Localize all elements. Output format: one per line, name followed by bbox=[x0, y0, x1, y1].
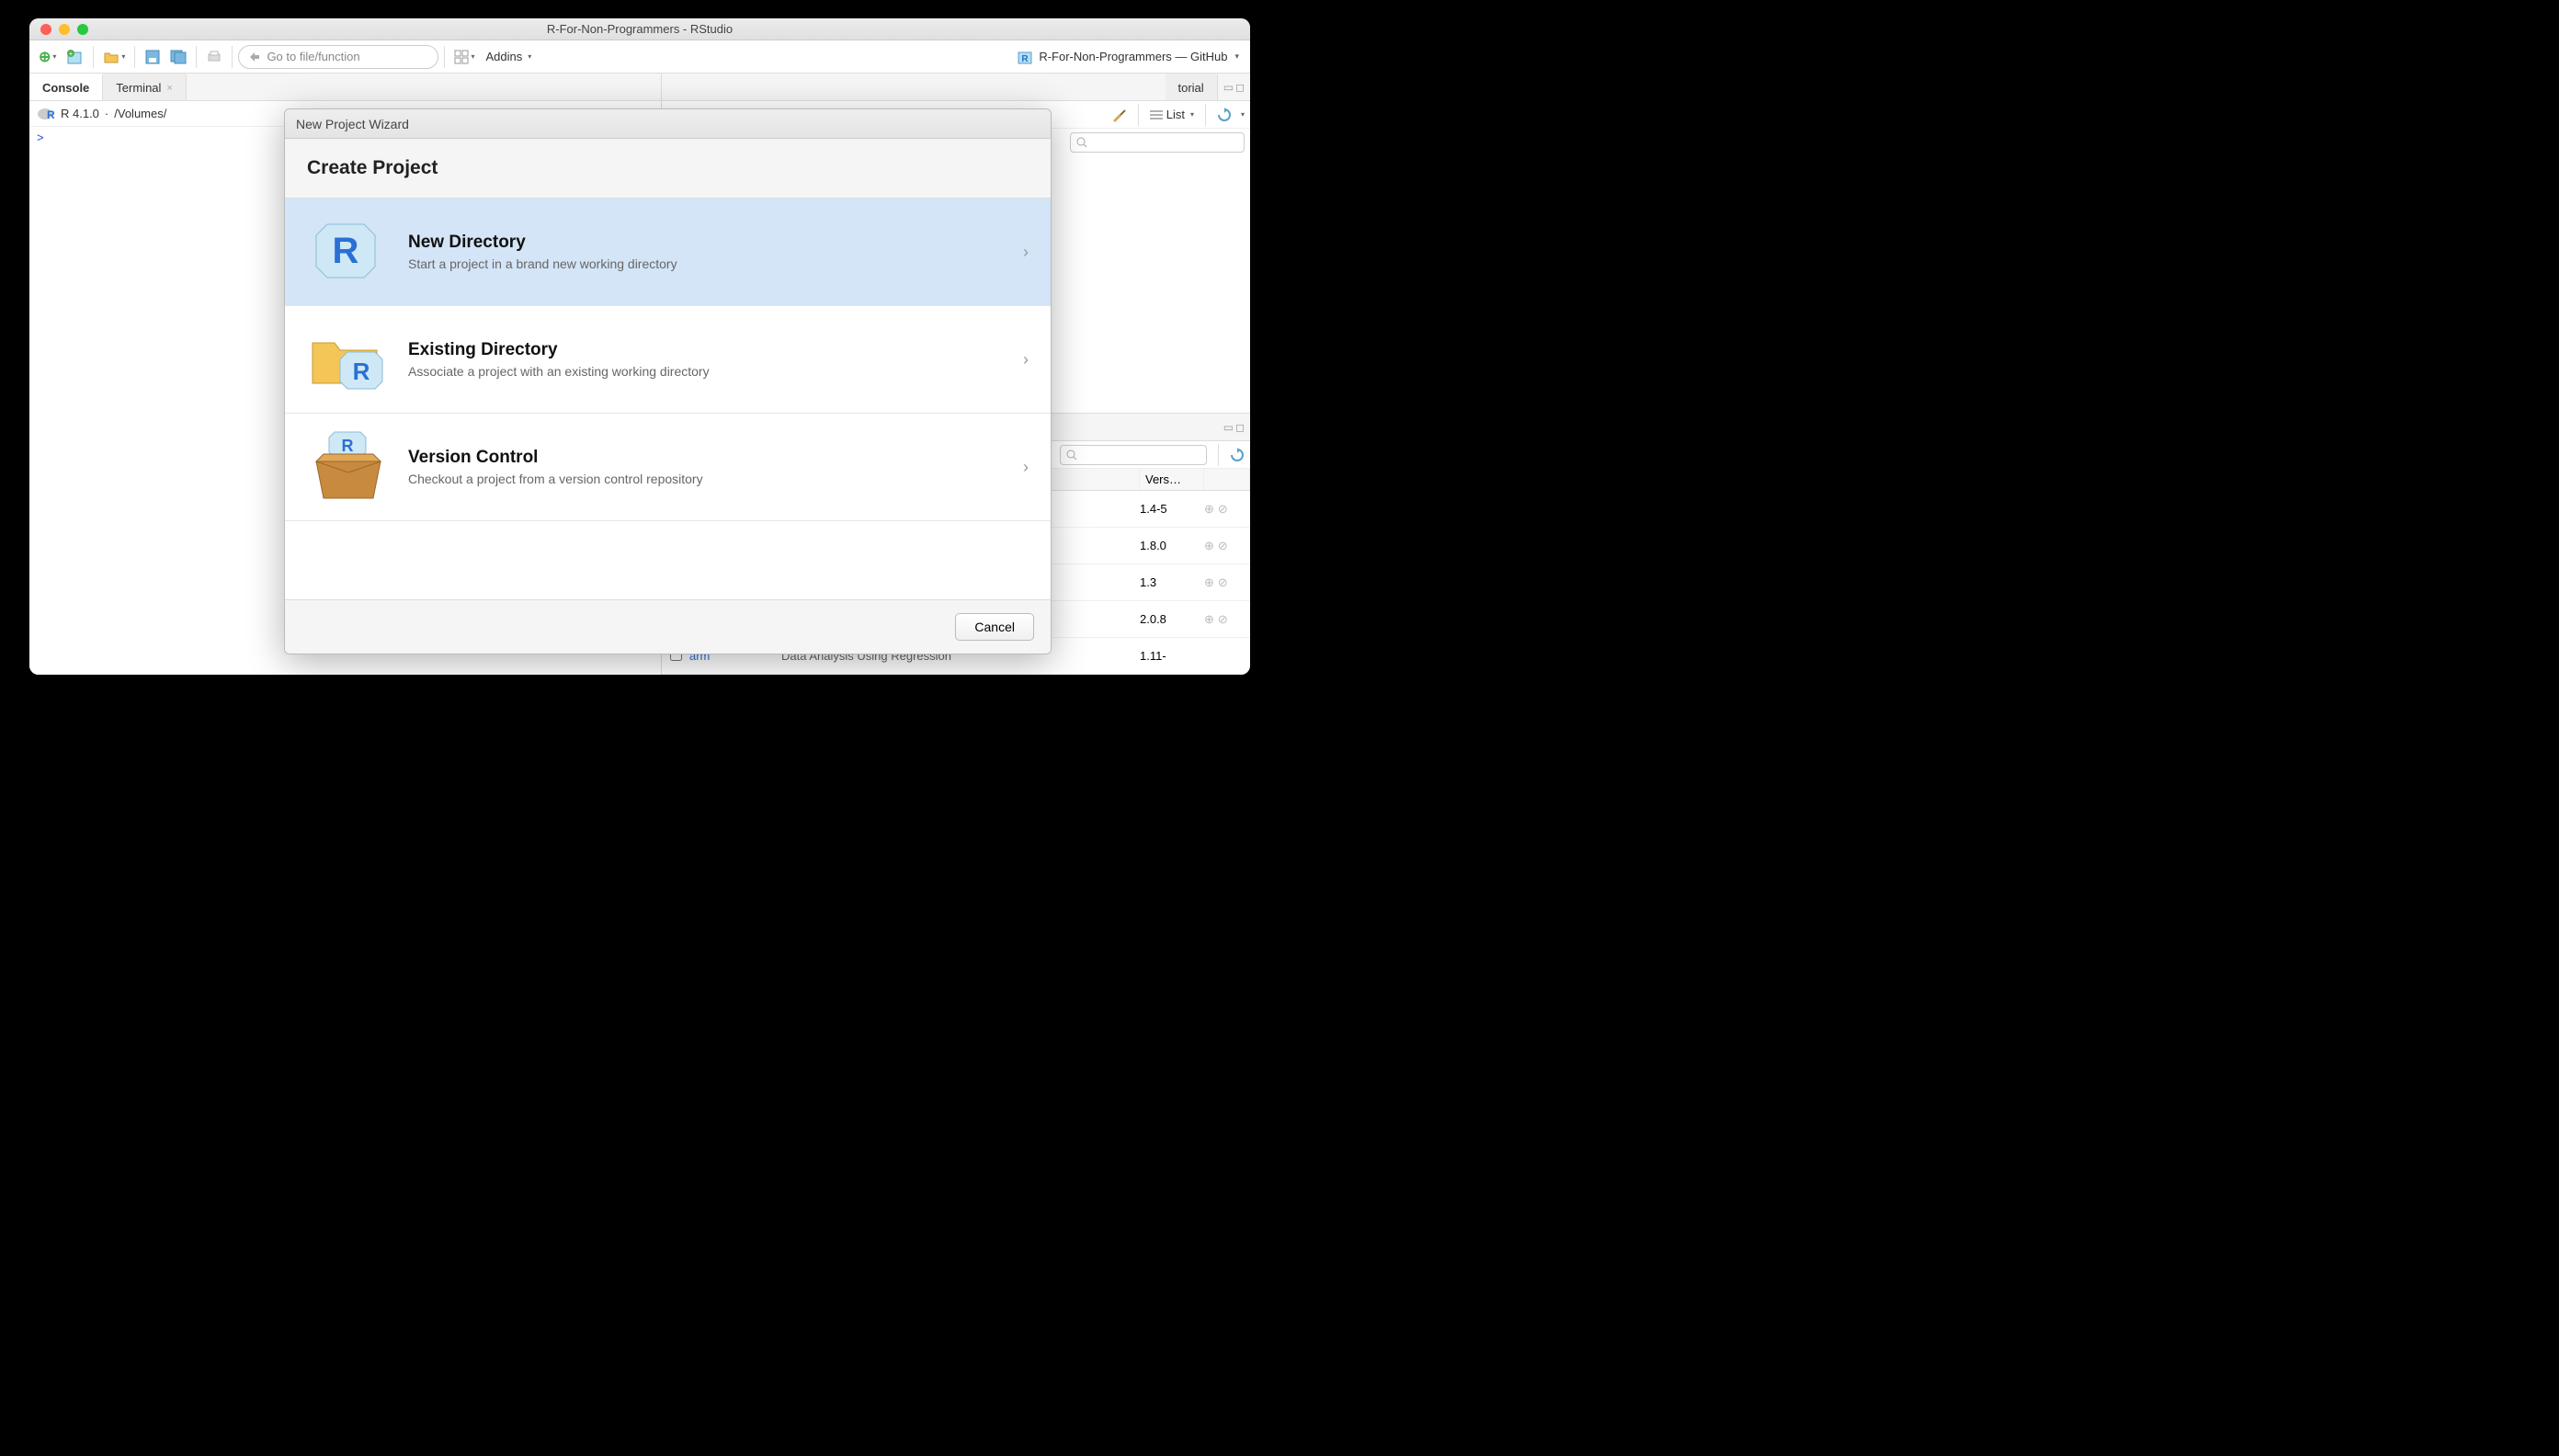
broom-icon[interactable] bbox=[1110, 107, 1127, 123]
option-desc: Checkout a project from a version contro… bbox=[408, 472, 1005, 486]
titlebar: R-For-Non-Programmers - RStudio bbox=[29, 18, 1250, 40]
option-new-directory[interactable]: R New Directory Start a project in a bra… bbox=[285, 199, 1051, 306]
cancel-button[interactable]: Cancel bbox=[955, 613, 1034, 641]
svg-text:R: R bbox=[333, 231, 359, 271]
svg-text:R: R bbox=[353, 358, 370, 385]
svg-text:R: R bbox=[342, 437, 354, 455]
grid-tool-button[interactable]: ▾ bbox=[450, 45, 478, 69]
option-desc: Associate a project with an existing wor… bbox=[408, 364, 1005, 379]
save-all-button[interactable] bbox=[166, 45, 190, 69]
left-tabs: Console Terminal× bbox=[29, 74, 661, 101]
option-title: Version Control bbox=[408, 448, 1005, 468]
dialog-header: Create Project bbox=[285, 139, 1051, 199]
project-switcher[interactable]: R R-For-Non-Programmers — GitHub ▾ bbox=[1017, 49, 1245, 65]
web-icon[interactable]: ⊕ bbox=[1204, 502, 1214, 517]
remove-icon[interactable]: ⊘ bbox=[1218, 575, 1228, 590]
svg-text:+: + bbox=[69, 50, 74, 58]
packages-search[interactable] bbox=[1060, 445, 1207, 465]
main-toolbar: ⊕▾ + ▾ Go to file/function ▾ Addins▾ bbox=[29, 40, 1250, 74]
tab-terminal[interactable]: Terminal× bbox=[103, 74, 187, 100]
web-icon[interactable]: ⊕ bbox=[1204, 612, 1214, 627]
new-project-wizard-dialog: New Project Wizard Create Project R New … bbox=[284, 108, 1052, 654]
goto-placeholder: Go to file/function bbox=[267, 50, 359, 63]
save-button[interactable] bbox=[141, 45, 165, 69]
maximize-pane-icon[interactable]: ◻ bbox=[1235, 421, 1245, 434]
working-directory: /Volumes/ bbox=[114, 107, 166, 120]
addins-menu[interactable]: Addins▾ bbox=[480, 50, 537, 63]
r-logo-icon: R bbox=[37, 107, 55, 121]
chevron-right-icon: › bbox=[1023, 458, 1029, 477]
web-icon[interactable]: ⊕ bbox=[1204, 575, 1214, 590]
web-icon[interactable]: ⊕ bbox=[1204, 539, 1214, 553]
remove-icon[interactable]: ⊘ bbox=[1218, 539, 1228, 553]
console-prompt: > bbox=[37, 131, 44, 144]
environment-search[interactable] bbox=[1070, 132, 1245, 153]
existing-directory-icon: R bbox=[307, 323, 390, 396]
print-button[interactable] bbox=[202, 45, 226, 69]
remove-icon[interactable]: ⊘ bbox=[1218, 612, 1228, 627]
option-version-control[interactable]: R Version Control Checkout a project fro… bbox=[285, 414, 1051, 521]
project-options: R New Directory Start a project in a bra… bbox=[285, 199, 1051, 599]
svg-text:R: R bbox=[1022, 54, 1029, 64]
chevron-right-icon: › bbox=[1023, 350, 1029, 370]
tab-tutorial-partial[interactable]: torial bbox=[1166, 74, 1218, 100]
goto-file-input[interactable]: Go to file/function bbox=[238, 45, 438, 69]
maximize-pane-icon[interactable]: ◻ bbox=[1235, 81, 1245, 94]
chevron-right-icon: › bbox=[1023, 243, 1029, 262]
list-view-toggle[interactable]: List▾ bbox=[1150, 108, 1194, 121]
option-desc: Start a project in a brand new working d… bbox=[408, 256, 1005, 271]
close-icon[interactable]: × bbox=[166, 83, 172, 94]
refresh-icon[interactable] bbox=[1217, 108, 1232, 122]
r-version: R 4.1.0 bbox=[61, 107, 99, 120]
minimize-pane-icon[interactable]: ▭ bbox=[1223, 81, 1234, 94]
option-title: New Directory bbox=[408, 233, 1005, 253]
refresh-icon[interactable] bbox=[1230, 448, 1245, 462]
tab-console[interactable]: Console bbox=[29, 74, 103, 100]
svg-text:R: R bbox=[47, 108, 55, 121]
new-file-button[interactable]: ⊕▾ bbox=[35, 45, 60, 69]
option-title: Existing Directory bbox=[408, 340, 1005, 360]
option-existing-directory[interactable]: R Existing Directory Associate a project… bbox=[285, 306, 1051, 414]
open-file-button[interactable]: ▾ bbox=[99, 45, 129, 69]
minimize-pane-icon[interactable]: ▭ bbox=[1223, 421, 1234, 434]
window-title: R-For-Non-Programmers - RStudio bbox=[29, 22, 1250, 36]
new-directory-icon: R bbox=[307, 215, 390, 289]
col-version: Vers… bbox=[1140, 469, 1204, 490]
dialog-footer: Cancel bbox=[285, 599, 1051, 654]
new-project-button[interactable]: + bbox=[62, 45, 87, 69]
dialog-title: New Project Wizard bbox=[285, 109, 1051, 139]
right-top-tabs: torial ▭ ◻ bbox=[662, 74, 1250, 101]
version-control-icon: R bbox=[307, 430, 390, 504]
remove-icon[interactable]: ⊘ bbox=[1218, 502, 1228, 517]
